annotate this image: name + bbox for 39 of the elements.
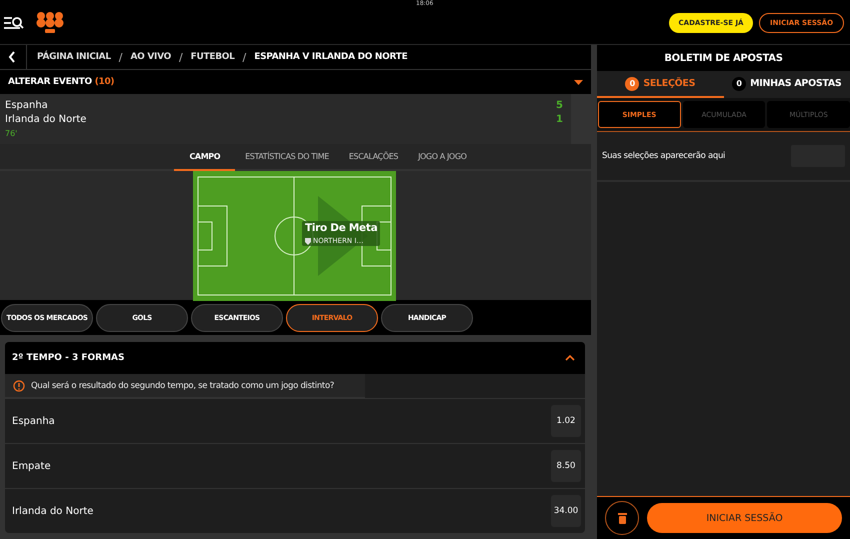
tab[interactable]: JOGO A JOGO (408, 144, 477, 171)
odds-button[interactable]: 8.50 (551, 450, 581, 482)
breadcrumb-separator: / (178, 50, 183, 64)
empty-message: Suas seleções aparecerão aqui (602, 151, 726, 161)
change-event-bar[interactable]: ALTERAR EVENTO (10) (0, 70, 591, 94)
team-score: 5 (555, 99, 563, 113)
menu-search-icon[interactable] (4, 16, 24, 30)
breadcrumb-separator: / (242, 50, 246, 64)
market-title: 2º TEMPO - 3 FORMAS (12, 353, 124, 363)
betslip-tab[interactable]: 0 MINHAS APOSTAS (724, 71, 850, 98)
caret-icon[interactable] (574, 80, 583, 84)
event-label: Tiro De Meta (305, 222, 378, 234)
login-button[interactable]: INICIAR SESSÃO (647, 503, 842, 533)
breadcrumb-link[interactable]: AO VIVO (130, 52, 171, 62)
odds-button[interactable]: 34.00 (551, 495, 581, 527)
shield-icon (305, 238, 311, 244)
trash-button[interactable] (605, 501, 639, 535)
match-minute: 76' (5, 128, 18, 140)
tab[interactable]: ESTATÍSTICAS DO TIME (235, 144, 339, 171)
breadcrumb-separator: / (118, 50, 123, 64)
back-icon[interactable] (8, 51, 16, 63)
team-score: 1 (555, 113, 563, 127)
breadcrumb-link[interactable]: FUTEBOL (190, 52, 235, 62)
tab[interactable]: ESCALAÇÕES (338, 144, 408, 171)
logo-icon[interactable] (36, 10, 64, 34)
chevron-icon[interactable] (565, 355, 575, 361)
change-event-label: ALTERAR EVENTO (10) (8, 77, 114, 87)
market-question: Qual será o resultado do segundo tempo, se tratado como um jogo distinto? (31, 380, 334, 390)
outcome-name: Irlanda do Norte (12, 506, 94, 516)
outcome-name: Espanha (12, 416, 55, 426)
odds-button[interactable]: 1.02 (551, 405, 581, 437)
info-icon (13, 380, 25, 392)
betslip-title: BOLETIM DE APOSTAS (597, 45, 850, 71)
outcome-name: Empate (12, 460, 51, 472)
team-name: Espanha (5, 99, 49, 113)
trash-icon[interactable] (618, 512, 626, 524)
breadcrumb-link[interactable]: PÁGINA INICIAL (37, 52, 111, 62)
team-name: Irlanda do Norte (5, 113, 86, 127)
breadcrumb-link[interactable]: ESPANHA V IRLANDA DO NORTE (254, 52, 408, 62)
